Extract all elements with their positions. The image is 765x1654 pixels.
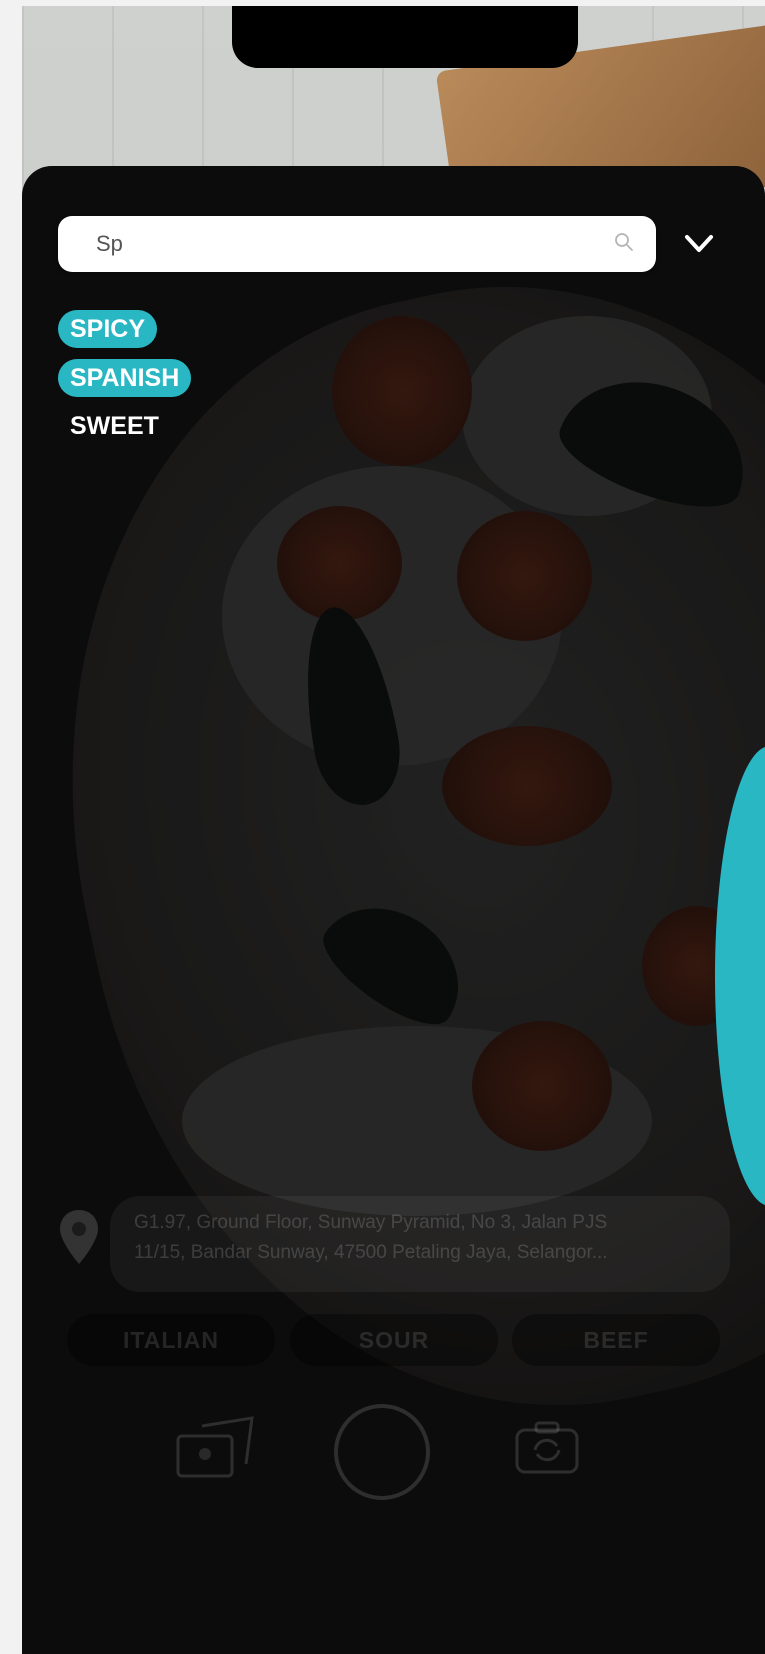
address-line-1: G1.97, Ground Floor, Sunway Pyramid, No … <box>134 1212 608 1233</box>
tag-spicy[interactable]: SPICY <box>58 310 158 348</box>
tag-sweet[interactable]: SWEET <box>58 407 171 445</box>
search-input[interactable]: Sp <box>58 216 656 272</box>
chip-sour[interactable]: SOUR <box>290 1314 498 1366</box>
phone-screen: Sp SPICY SPANISH SWEET G1.97, Ground Flo… <box>22 6 765 1654</box>
shutter-button[interactable] <box>334 1404 430 1500</box>
tag-spanish[interactable]: SPANISH <box>58 359 192 397</box>
chevron-down-icon[interactable] <box>682 228 716 258</box>
gallery-icon[interactable] <box>172 1414 262 1484</box>
phone-notch <box>232 6 578 68</box>
chip-beef[interactable]: BEEF <box>512 1314 720 1366</box>
search-sheet: Sp SPICY SPANISH SWEET G1.97, Ground Flo… <box>22 166 765 1654</box>
address-line-2: 11/15, Bandar Sunway, 47500 Petaling Jay… <box>134 1242 608 1263</box>
address-field[interactable]: G1.97, Ground Floor, Sunway Pyramid, No … <box>110 1196 730 1292</box>
search-query: Sp <box>96 231 123 256</box>
chip-italian[interactable]: ITALIAN <box>67 1314 275 1366</box>
switch-camera-icon[interactable] <box>514 1420 580 1476</box>
search-icon[interactable] <box>614 232 634 252</box>
location-pin-icon <box>60 1210 98 1264</box>
